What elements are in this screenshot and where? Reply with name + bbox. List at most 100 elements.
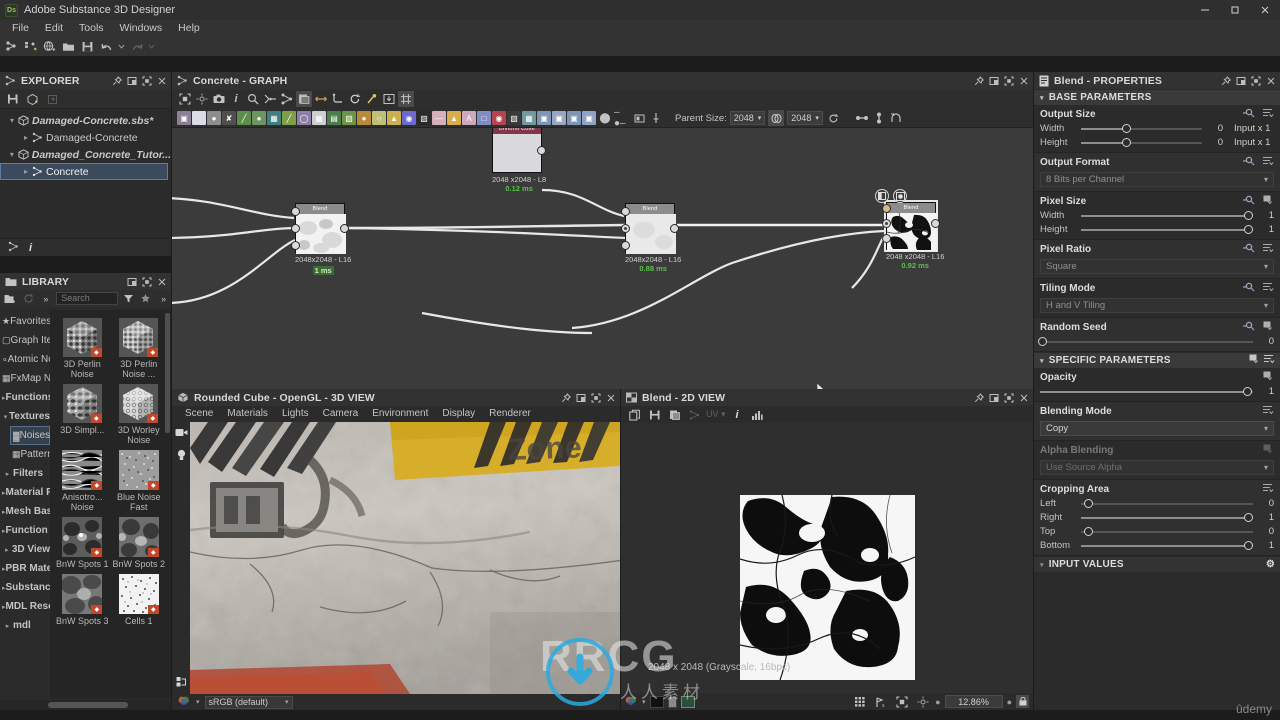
float-icon[interactable] <box>1234 73 1248 88</box>
graph-node-blend-3-selected[interactable]: Blend 2048 x2048 - L16 0.92 ms <box>875 189 944 270</box>
chevron-right-icon[interactable]: ▸ <box>20 167 32 176</box>
library-item[interactable]: ◆ BnW Spots 3 <box>54 571 111 626</box>
node-body[interactable]: Uniform Color <box>492 128 546 173</box>
cut-link-icon[interactable] <box>262 91 278 107</box>
lib-cat-textures[interactable]: ▾ Textures <box>0 407 50 426</box>
relative-size-icon[interactable] <box>768 110 785 126</box>
zoom-in-icon[interactable]: ● <box>1007 697 1012 707</box>
value-proc-icon[interactable]: ▧ <box>507 111 521 125</box>
chevron-right-icon[interactable]: ▸ <box>2 470 13 478</box>
view-2d-canvas[interactable]: 2048 x 2048 (Grayscale, 16bpc) <box>621 423 1033 693</box>
node-badge-2d-view-icon[interactable] <box>875 189 889 203</box>
lock-icon[interactable] <box>1016 695 1029 708</box>
output-size-select[interactable]: 2048 ▾ <box>787 111 823 125</box>
float-icon[interactable] <box>125 73 139 88</box>
zoom-out-icon[interactable]: ● <box>935 697 940 707</box>
layers-icon[interactable] <box>176 676 187 690</box>
flag-icon[interactable] <box>1263 321 1274 333</box>
menu-display[interactable]: Display <box>435 406 482 422</box>
pixel-ratio-select[interactable]: Square ▾ <box>1040 259 1274 274</box>
tree-item-package[interactable]: ▾ Damaged_Concrete_Tutor... <box>0 146 171 163</box>
library-item[interactable]: ◆ Anisotro... Noise <box>54 447 111 512</box>
lib-cat-mdl[interactable]: ▸ mdl <box>0 616 50 635</box>
flag-icon[interactable] <box>1263 371 1274 383</box>
float-icon[interactable] <box>987 390 1001 405</box>
close-button[interactable] <box>1250 0 1280 20</box>
lib-cat-noises[interactable]: ▓ Noises <box>10 426 50 445</box>
chevron-down-icon[interactable]: ▾ <box>6 150 18 159</box>
info-icon[interactable]: i <box>729 406 746 423</box>
library-item[interactable]: ◆ Blue Noise Fast <box>111 447 168 512</box>
graph-node-blend-2[interactable]: Blend 2048x2048 - L16 0.88 ms <box>621 203 681 273</box>
node-input-port[interactable] <box>882 204 891 213</box>
menu-icon[interactable] <box>1263 156 1274 168</box>
chevron-down-icon[interactable]: ▾ <box>2 413 9 421</box>
chevron-down-icon[interactable]: ▾ <box>1040 357 1044 365</box>
section-input-values[interactable]: ▾ INPUT VALUES ⚙ <box>1034 557 1280 572</box>
link-fn-icon[interactable] <box>1243 156 1256 168</box>
graph-nodes-icon[interactable] <box>279 91 295 107</box>
tile-gen-icon[interactable]: ▦ <box>522 111 536 125</box>
tree-item-graph-concrete[interactable]: ▸ Concrete <box>0 163 168 180</box>
link-fn-icon[interactable] <box>1243 321 1256 333</box>
more-icon[interactable]: » <box>156 290 171 307</box>
random-seed-slider[interactable] <box>1038 337 1253 347</box>
gradient-map-icon[interactable]: ▲ <box>387 111 401 125</box>
node-input-port[interactable] <box>882 234 891 243</box>
normal-icon[interactable]: ▧ <box>342 111 356 125</box>
tweak-icon[interactable] <box>364 91 380 107</box>
redo-dropdown-icon[interactable] <box>147 38 156 55</box>
channel-gray-icon[interactable] <box>667 695 677 708</box>
view-3d-canvas[interactable]: Zone <box>172 422 620 694</box>
copy-icon[interactable] <box>626 406 643 423</box>
library-item[interactable]: ◆ 3D Perlin Noise ... <box>111 315 168 379</box>
splatter-icon[interactable]: ▣ <box>552 111 566 125</box>
node-output-port[interactable] <box>931 219 940 228</box>
height-slider[interactable] <box>1081 138 1202 148</box>
slider-row-width[interactable]: Width 1 <box>1040 210 1274 221</box>
close-icon[interactable] <box>1017 73 1031 88</box>
slider-row-left[interactable]: Left 0 <box>1040 498 1274 509</box>
blur-icon[interactable]: ● <box>207 111 221 125</box>
menu-icon[interactable] <box>1263 282 1274 294</box>
pixel-proc-icon[interactable]: ▧ <box>417 111 431 125</box>
library-horizontal-scrollbar[interactable] <box>0 700 171 710</box>
levels-icon[interactable]: ▤ <box>327 111 341 125</box>
section-specific-parameters[interactable]: ▾ SPECIFIC PARAMETERS <box>1034 353 1280 368</box>
maximize-icon[interactable] <box>140 73 154 88</box>
lib-cat-filters[interactable]: ▸ Filters <box>0 464 50 483</box>
chevron-right-icon[interactable]: ▸ <box>2 622 13 630</box>
tree-item-graph[interactable]: ▸ Damaged-Concrete <box>0 129 171 146</box>
connect-icon[interactable] <box>313 91 329 107</box>
crop-left-slider[interactable] <box>1081 499 1253 509</box>
node-body[interactable]: Blend <box>875 189 940 252</box>
maximize-icon[interactable] <box>589 390 603 405</box>
new-substance-icon[interactable] <box>22 38 39 55</box>
tiling-mode-select[interactable]: H and V Tiling ▾ <box>1040 298 1274 313</box>
library-item[interactable]: ◆ 3D Simpl... <box>54 381 111 445</box>
lib-cat-favorites[interactable]: ★ Favorites <box>0 312 50 331</box>
chevron-right-icon[interactable]: ▾ <box>1040 561 1044 569</box>
chevron-right-icon[interactable]: ▸ <box>2 546 12 554</box>
camera-icon[interactable] <box>175 427 188 441</box>
sharpen-icon[interactable]: ● <box>357 111 371 125</box>
curve-icon[interactable]: ╱ <box>237 111 251 125</box>
export-icon[interactable] <box>381 91 397 107</box>
more-icon[interactable]: » <box>39 290 54 307</box>
node-pin-icon[interactable]: –●– <box>614 107 630 129</box>
tiling-icon[interactable]: s <box>872 693 889 710</box>
chevron-right-icon[interactable]: ▸ <box>20 133 32 142</box>
shape-icon[interactable]: ▣ <box>567 111 581 125</box>
lib-cat-functions[interactable]: ▸ Functions <box>0 388 50 407</box>
pin-icon[interactable] <box>972 390 986 405</box>
library-item-grid[interactable]: ◆ 3D Perlin Noise ◆ 3D Perlin Noise ... … <box>50 310 171 698</box>
explorer-tab-icon[interactable] <box>8 241 19 255</box>
bitmap-icon[interactable]: ▣ <box>177 111 191 125</box>
favorite-icon[interactable] <box>139 290 154 307</box>
graph-node-blend-1[interactable]: Blend 2048x2048 - L16 1 ms <box>291 203 351 276</box>
camera-icon[interactable] <box>211 91 227 107</box>
node-input-port[interactable] <box>291 207 300 216</box>
parent-size-select[interactable]: 2048 ▾ <box>729 111 766 125</box>
grad-icon[interactable]: ▦ <box>312 111 326 125</box>
grid-icon[interactable] <box>851 693 868 710</box>
